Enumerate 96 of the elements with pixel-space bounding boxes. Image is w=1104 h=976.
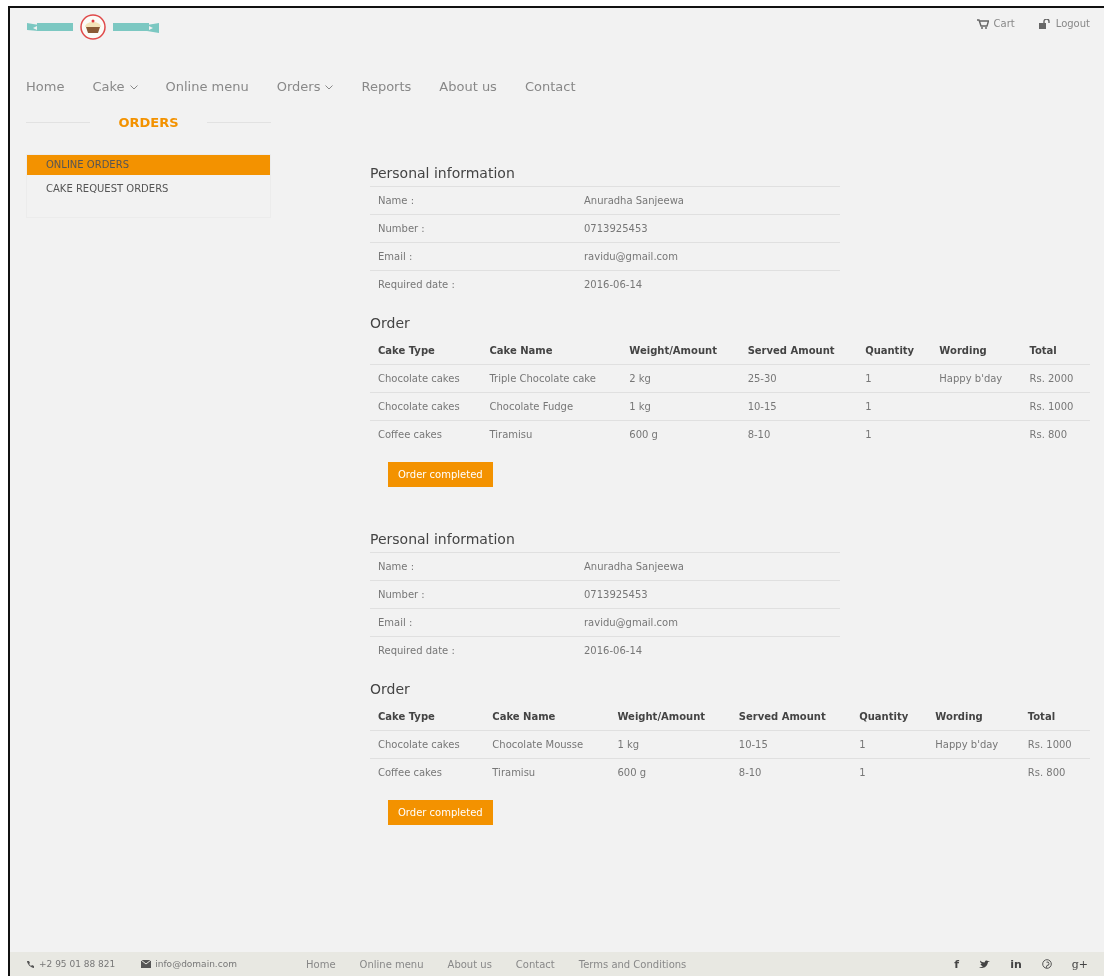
section-heading: Order bbox=[370, 314, 411, 333]
field-label: Name : bbox=[370, 186, 576, 215]
table-cell: Coffee cakes bbox=[370, 758, 485, 786]
table-cell: Happy b'day bbox=[927, 730, 1020, 759]
table-cell: 10-15 bbox=[739, 392, 858, 421]
field-label: Email : bbox=[370, 242, 576, 271]
nav-link[interactable]: Orders bbox=[276, 78, 334, 96]
column-header: Quantity bbox=[857, 336, 932, 365]
column-header: Weight/Amount bbox=[621, 336, 740, 365]
field-value: Anuradha Sanjeewa bbox=[576, 186, 840, 215]
sidebar-title: ORDERS bbox=[117, 114, 180, 130]
nav-link[interactable]: Online menu bbox=[165, 78, 249, 96]
column-header: Cake Name bbox=[481, 336, 622, 365]
table-cell: Rs. 800 bbox=[1019, 758, 1090, 786]
column-header: Wording bbox=[927, 702, 1020, 731]
table-cell: Chocolate cakes bbox=[370, 364, 482, 393]
column-header: Cake Name bbox=[484, 702, 610, 731]
column-header: Cake Type bbox=[370, 336, 482, 365]
table-cell: Chocolate cakes bbox=[370, 392, 482, 421]
field-value: Anuradha Sanjeewa bbox=[576, 552, 840, 581]
phone-number: +2 95 01 88 821 bbox=[39, 959, 116, 969]
logout-link[interactable]: Logout bbox=[1038, 18, 1090, 29]
footer-link[interactable]: Online menu bbox=[359, 958, 424, 970]
table-cell: 25-30 bbox=[739, 364, 858, 393]
googleplus-icon[interactable]: g+ bbox=[1071, 957, 1088, 971]
nav-link[interactable]: About us bbox=[439, 78, 497, 96]
field-value: 0713925453 bbox=[576, 580, 840, 609]
table-cell: 1 kg bbox=[609, 730, 731, 759]
facebook-icon[interactable]: f bbox=[954, 957, 960, 971]
table-cell: Rs. 800 bbox=[1021, 420, 1090, 448]
field-label: Email : bbox=[370, 608, 576, 637]
column-header: Total bbox=[1019, 702, 1090, 731]
field-label: Name : bbox=[370, 552, 576, 581]
cart-link[interactable]: Cart bbox=[976, 18, 1015, 29]
table-cell: 1 kg bbox=[621, 392, 740, 421]
table-cell: 2 kg bbox=[621, 364, 740, 393]
table-cell: 1 bbox=[857, 420, 932, 448]
email-address: info@domain.com bbox=[155, 959, 237, 969]
table-cell: 8-10 bbox=[739, 420, 858, 448]
table-cell: Tiramisu bbox=[481, 420, 622, 448]
field-label: Required date : bbox=[370, 636, 576, 664]
table-cell: Chocolate Mousse bbox=[484, 730, 610, 759]
table-cell: 8-10 bbox=[730, 758, 852, 786]
column-header: Served Amount bbox=[739, 336, 858, 365]
table-cell: Coffee cakes bbox=[370, 420, 482, 448]
field-value: ravidu@gmail.com bbox=[576, 242, 840, 271]
table-cell: Chocolate Fudge bbox=[481, 392, 622, 421]
table-cell: Triple Chocolate cake bbox=[481, 364, 622, 393]
footer-link[interactable]: Terms and Conditions bbox=[578, 958, 687, 970]
field-label: Number : bbox=[370, 580, 576, 609]
field-value: ravidu@gmail.com bbox=[576, 608, 840, 637]
phone-icon bbox=[26, 959, 35, 969]
table-cell: Happy b'day bbox=[931, 364, 1022, 393]
order-completed-button[interactable]: Order completed bbox=[388, 462, 493, 487]
table-cell: 1 bbox=[857, 392, 932, 421]
table-cell: Rs. 1000 bbox=[1021, 392, 1090, 421]
column-header: Total bbox=[1021, 336, 1090, 365]
table-cell: Rs. 1000 bbox=[1019, 730, 1090, 759]
footer-link[interactable]: About us bbox=[447, 958, 492, 970]
section-heading: Personal information bbox=[370, 530, 516, 549]
padlock-icon bbox=[1038, 18, 1051, 29]
field-label: Required date : bbox=[370, 270, 576, 298]
column-header: Weight/Amount bbox=[609, 702, 731, 731]
section-heading: Personal information bbox=[370, 164, 516, 183]
field-label: Number : bbox=[370, 214, 576, 243]
bird-icon[interactable] bbox=[979, 959, 991, 969]
nav-link[interactable]: Reports bbox=[361, 78, 412, 96]
nav-link[interactable]: Contact bbox=[524, 78, 576, 96]
cart-icon bbox=[976, 18, 989, 29]
table-cell: Rs. 2000 bbox=[1021, 364, 1090, 393]
column-header: Wording bbox=[931, 336, 1022, 365]
table-cell: 600 g bbox=[621, 420, 740, 448]
field-value: 2016-06-14 bbox=[576, 270, 840, 298]
table-cell: Chocolate cakes bbox=[370, 730, 485, 759]
field-value: 0713925453 bbox=[576, 214, 840, 243]
table-cell: 10-15 bbox=[730, 730, 852, 759]
envelope-icon bbox=[141, 960, 152, 968]
table-cell: 1 bbox=[851, 730, 928, 759]
table-cell: 1 bbox=[857, 364, 932, 393]
order-completed-button[interactable]: Order completed bbox=[388, 800, 493, 825]
linkedin-icon[interactable]: in bbox=[1010, 957, 1022, 971]
footer-link[interactable]: Contact bbox=[515, 958, 555, 970]
table-cell: 600 g bbox=[609, 758, 731, 786]
sidebar-item[interactable]: CAKE REQUEST ORDERS bbox=[27, 179, 270, 199]
field-value: 2016-06-14 bbox=[576, 636, 840, 664]
nav-link[interactable]: Home bbox=[26, 78, 65, 96]
pin-circle-icon[interactable] bbox=[1041, 959, 1052, 969]
nav-link[interactable]: Cake bbox=[92, 78, 138, 96]
sidebar-item[interactable]: ONLINE ORDERS bbox=[27, 155, 270, 175]
table-cell: 1 bbox=[851, 758, 928, 786]
column-header: Cake Type bbox=[370, 702, 485, 731]
column-header: Served Amount bbox=[730, 702, 852, 731]
section-heading: Order bbox=[370, 680, 411, 699]
column-header: Quantity bbox=[851, 702, 928, 731]
footer-link[interactable]: Home bbox=[306, 958, 336, 970]
table-cell: Tiramisu bbox=[484, 758, 610, 786]
